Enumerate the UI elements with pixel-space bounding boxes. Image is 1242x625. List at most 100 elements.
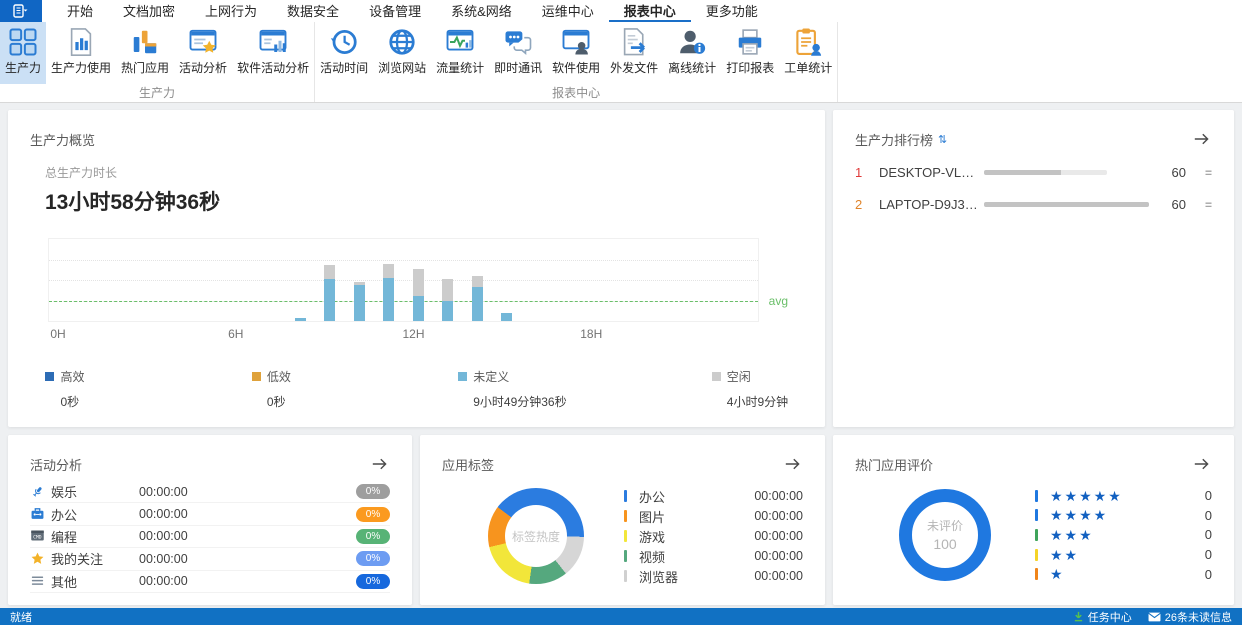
- ribbon-item-globe[interactable]: 浏览网站: [373, 22, 431, 84]
- ribbon-item-doc-chart[interactable]: 生产力使用: [46, 22, 116, 84]
- open-tags-arrow-icon[interactable]: [783, 456, 803, 472]
- panel-title: 生产力排行榜: [855, 132, 934, 148]
- tag-label: 办公: [639, 489, 666, 505]
- ribbon-item-history-clock[interactable]: 活动时间: [315, 22, 373, 84]
- ribbon-item-doc-arrow[interactable]: 外发文件: [605, 22, 663, 84]
- tag-label: 浏览器: [639, 569, 679, 585]
- panel-productivity-ranking: 生产力排行榜 ⇅ 1 DESKTOP-VLKTL... 60 = 2 LAPTOP-D9J…: [833, 110, 1234, 427]
- ribbon-item-printer[interactable]: 打印报表: [721, 22, 779, 84]
- bar-segment-undefined: [294, 317, 306, 321]
- chat-icon: [503, 27, 533, 57]
- menu-item-7[interactable]: 运维中心: [527, 0, 609, 22]
- unread-messages-button[interactable]: 26条未读信息: [1147, 609, 1232, 625]
- ribbon-item-clipboard-user[interactable]: 工单统计: [779, 22, 837, 84]
- doc-arrow-icon: [619, 27, 649, 57]
- menu-item-4[interactable]: 数据安全: [272, 0, 354, 22]
- score-bar-fill: [984, 202, 1149, 207]
- activity-row-3[interactable]: CMD 编程 00:00:00 0%: [30, 526, 390, 549]
- tag-time: 00:00:00: [754, 489, 803, 503]
- open-activity-arrow-icon[interactable]: [370, 456, 390, 472]
- ribbon-item-label: 工单统计: [784, 61, 833, 75]
- tag-legend-row-2: 图片 00:00:00: [624, 506, 803, 526]
- ranking-row-2[interactable]: 2 LAPTOP-D9J3IT0R 60 =: [855, 197, 1212, 212]
- rating-tick: [1035, 489, 1038, 502]
- activity-row-2[interactable]: 办公 00:00:00 0%: [30, 503, 390, 526]
- menu-item-3[interactable]: 上网行为: [190, 0, 272, 22]
- task-center-button[interactable]: 任务中心: [1073, 609, 1132, 625]
- bar-box-icon: [130, 27, 160, 57]
- ribbon-toolbar: 生产力 生产力使用 热门应用 活动分析 软件活动分析 生产力 活动时间 浏览网站 流量统计 即时通…: [0, 22, 1242, 103]
- ribbon-item-chat[interactable]: 即时通讯: [489, 22, 547, 84]
- menu-item-1[interactable]: 开始: [52, 0, 108, 22]
- tag-tick: [624, 490, 627, 502]
- chart-gridline: [49, 280, 758, 281]
- score-bar: [984, 170, 1107, 175]
- chart-gridline: [49, 259, 758, 261]
- rating-row-2-star: ★★ 0: [1035, 545, 1212, 565]
- ribbon-item-label: 外发文件: [610, 61, 659, 75]
- history-clock-icon: [329, 27, 359, 57]
- ranking-row-1[interactable]: 1 DESKTOP-VLKTL... 60 =: [855, 165, 1212, 180]
- tag-time: 00:00:00: [754, 529, 803, 543]
- ribbon-item-window-user[interactable]: 软件使用: [547, 22, 605, 84]
- ribbon-item-window-star[interactable]: 活动分析: [174, 22, 232, 84]
- rating-row-3-star: ★★★ 0: [1035, 525, 1212, 545]
- activity-row-1[interactable]: 娱乐 00:00:00 0%: [30, 481, 390, 504]
- bar-segment-idle: [442, 279, 454, 301]
- panel-title: 应用标签: [442, 457, 495, 473]
- dashboard-content: 生产力概览 总生产力时长 13小时58分钟36秒 avg 0H 6H 12H 18H …: [0, 103, 1242, 605]
- menu-item-5[interactable]: 设备管理: [354, 0, 436, 22]
- productivity-bar-chart: avg 0H 6H 12H 18H: [48, 238, 788, 343]
- sort-icon[interactable]: ⇅: [938, 133, 947, 146]
- tag-tick: [624, 570, 627, 582]
- panel-app-tags: 应用标签 标签热度 办公 00:00:00 图片 00:00:00 游戏 00:00:00…: [420, 435, 825, 605]
- globe-icon: [387, 27, 417, 57]
- menu-item-9[interactable]: 更多功能: [691, 0, 773, 22]
- user-info-icon: [677, 27, 707, 57]
- activity-time: 00:00:00: [139, 574, 188, 589]
- device-name: DESKTOP-VLKTL...: [879, 165, 981, 180]
- ribbon-item-label: 活动时间: [320, 61, 369, 75]
- activity-label: 办公: [51, 507, 78, 523]
- legend-item-3: 未定义 9小时49分钟36秒: [458, 368, 567, 410]
- activity-row-4[interactable]: 我的关注 00:00:00 0%: [30, 548, 390, 571]
- app-menu-button[interactable]: [0, 0, 42, 22]
- tag-legend-row-3: 游戏 00:00:00: [624, 526, 803, 546]
- activity-row-5[interactable]: 其他 00:00:00 0%: [30, 571, 390, 593]
- activity-list: 娱乐 00:00:00 0% 办公 00:00:00 0% CMD 编程 00:00:00 0% 我…: [30, 481, 390, 593]
- activity-label: 我的关注: [51, 552, 104, 568]
- rating-count: 0: [1204, 566, 1212, 582]
- tag-legend-row-1: 办公 00:00:00: [624, 486, 803, 506]
- ribbon-item-label: 软件使用: [552, 61, 601, 75]
- bar-segment-undefined: [353, 284, 365, 321]
- tag-time: 00:00:00: [754, 549, 803, 563]
- star-icons: ★: [1050, 566, 1065, 583]
- ribbon-item-window-pulse[interactable]: 流量统计: [431, 22, 489, 84]
- menu-item-6[interactable]: 系统&网络: [436, 0, 527, 22]
- legend-swatch: [458, 372, 468, 381]
- bar-segment-undefined: [412, 295, 424, 321]
- rating-count: 0: [1204, 527, 1212, 543]
- tag-time: 00:00:00: [754, 569, 803, 583]
- menu-item-8[interactable]: 报表中心: [608, 0, 691, 22]
- percent-badge: 0%: [356, 551, 390, 567]
- ribbon-item-bar-box[interactable]: 热门应用: [116, 22, 174, 84]
- tag-time: 00:00:00: [754, 509, 803, 523]
- printer-icon: [735, 27, 765, 57]
- score-bar: [984, 202, 1149, 207]
- open-ratings-arrow-icon[interactable]: [1192, 456, 1212, 472]
- percent-badge: 0%: [356, 484, 390, 500]
- menu-item-2[interactable]: 文档加密: [108, 0, 190, 22]
- status-ready-text: 就绪: [10, 611, 32, 624]
- mail-icon: [1147, 612, 1161, 621]
- ribbon-item-grid[interactable]: 生产力: [0, 22, 47, 84]
- panel-hot-app-ratings: 热门应用评价 未评价 100 ★★★★★ 0 ★★★★ 0 ★★★ 0 ★★ 0 ★ 0: [833, 435, 1234, 605]
- ribbon-item-window-chart[interactable]: 软件活动分析: [232, 22, 314, 84]
- open-ranking-arrow-icon[interactable]: [1192, 131, 1212, 147]
- chart-plot-area: avg: [48, 238, 788, 322]
- ribbon-item-user-info[interactable]: 离线统计: [663, 22, 721, 84]
- ribbon-group-1: 生产力 生产力使用 热门应用 活动分析 软件活动分析 生产力: [0, 22, 316, 102]
- legend-label: 高效: [60, 370, 85, 384]
- ribbon-item-label: 离线统计: [668, 61, 717, 75]
- legend-item-1: 高效 0秒: [45, 368, 84, 410]
